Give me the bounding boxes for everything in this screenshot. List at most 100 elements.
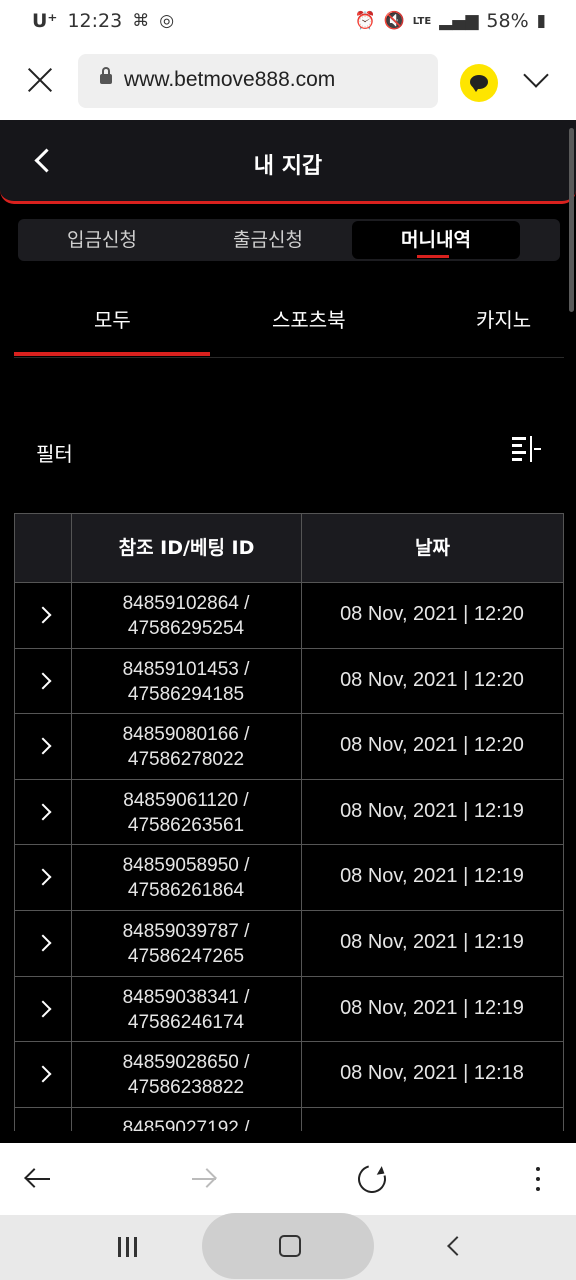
system-nav-bar — [0, 1213, 576, 1280]
table-row[interactable]: 84859102864 / 47586295254 08 Nov, 2021 | 1… — [15, 583, 563, 649]
chevron-right-icon[interactable] — [37, 675, 51, 689]
carrier-label: U⁺ — [32, 10, 58, 32]
ref-id: 84859102864 / — [122, 593, 250, 614]
table-row[interactable]: 84859038341 / 47586246174 08 Nov, 2021 | 1… — [15, 976, 563, 1043]
ref-id: 84859101453 / — [122, 658, 250, 680]
table-row[interactable]: 84859027192 / — [15, 1107, 563, 1131]
row-date: 08 Nov, 2021 | 12:20 — [340, 734, 524, 757]
category-tabs: 모두 스포츠북 카지노 — [14, 296, 564, 358]
ref-bet-id: 84859028650 / 47586238822 — [71, 1050, 301, 1100]
home-icon[interactable] — [202, 1213, 374, 1279]
mute-icon: 🔇 — [383, 11, 405, 31]
chevron-down-icon[interactable] — [522, 66, 552, 96]
ref-bet-id: 84859039787 / 47586247265 — [71, 919, 301, 969]
row-date: 08 Nov, 2021 | 12:19 — [340, 799, 524, 822]
table-body: 84859102864 / 47586295254 08 Nov, 2021 | 1… — [15, 583, 563, 1131]
tab-sportsbook[interactable]: 스포츠북 — [272, 304, 346, 333]
ref-id: 84859028650 / — [122, 1052, 250, 1074]
tab-casino[interactable]: 카지노 — [476, 304, 531, 333]
bet-id: 47586263561 — [127, 814, 245, 836]
page-title: 내 지갑 — [253, 154, 323, 179]
status-bar: U⁺ 12:23 ⌘ ◎ ⏰ 🔇 LTE ▂▄▆ 58% ▮ — [0, 0, 576, 44]
bet-id: 47586261864 — [127, 880, 245, 902]
chevron-right-icon[interactable] — [37, 871, 51, 885]
signal-icon: ▂▄▆ — [439, 11, 479, 31]
table-row[interactable]: 84859080166 / 47586278022 08 Nov, 2021 | 1… — [15, 714, 563, 780]
ref-bet-id: 84859102864 / 47586295254 — [71, 591, 301, 641]
recents-icon[interactable] — [118, 1237, 140, 1257]
url-text: www.betmove888.com — [124, 68, 336, 91]
chevron-right-icon[interactable] — [37, 806, 51, 820]
clock: 12:23 — [67, 10, 123, 32]
ref-id: 84859027192 / — [122, 1117, 250, 1131]
ref-id: 84859039787 / — [122, 920, 250, 942]
chevron-right-icon[interactable] — [37, 1003, 51, 1017]
bet-id: 47586247265 — [127, 945, 245, 967]
ref-bet-id: 84859027192 / — [71, 1116, 301, 1131]
back-arrow-icon[interactable] — [24, 1167, 52, 1191]
close-icon[interactable] — [22, 62, 58, 98]
alarm-icon: ⏰ — [354, 11, 376, 31]
mesh-icon: ⌘ — [132, 11, 150, 31]
row-date: 08 Nov, 2021 | 12:20 — [340, 668, 524, 691]
filter-label[interactable]: 필터 — [36, 438, 73, 467]
system-back-icon[interactable] — [446, 1239, 462, 1255]
ref-bet-id: 84859058950 / 47586261864 — [71, 853, 301, 903]
ref-id: 84859058950 / — [122, 855, 250, 877]
browser-bottom-bar — [0, 1143, 576, 1215]
bet-id: 47586295254 — [127, 618, 245, 639]
reload-icon[interactable] — [352, 1159, 392, 1199]
row-date: 08 Nov, 2021 | 12:18 — [340, 1062, 524, 1085]
active-category-indicator — [14, 352, 210, 356]
chevron-right-icon[interactable] — [37, 609, 51, 623]
header-expand — [15, 514, 71, 582]
kakaotalk-icon[interactable] — [460, 64, 498, 102]
table-header: 참조 ID/베팅 ID 날짜 — [15, 513, 563, 583]
ref-bet-id: 84859061120 / 47586263561 — [71, 788, 301, 838]
ref-bet-id: 84859038341 / 47586246174 — [71, 985, 301, 1035]
table-row[interactable]: 84859061120 / 47586263561 08 Nov, 2021 | 1… — [15, 779, 563, 846]
battery-icon: ▮ — [536, 11, 546, 31]
chevron-right-icon[interactable] — [37, 937, 51, 951]
table-row[interactable]: 84859101453 / 47586294185 08 Nov, 2021 | 1… — [15, 648, 563, 715]
lock-icon — [100, 67, 112, 84]
ref-id: 84859061120 / — [123, 789, 249, 811]
table-row[interactable]: 84859028650 / 47586238822 08 Nov, 2021 | 1… — [15, 1042, 563, 1108]
status-left: U⁺ 12:23 ⌘ ◎ — [32, 10, 174, 32]
lte-icon: LTE — [412, 15, 432, 27]
battery-level: 58% — [486, 10, 529, 32]
header-ref-id: 참조 ID/베팅 ID — [118, 537, 255, 559]
table-row[interactable]: 84859058950 / 47586261864 08 Nov, 2021 | 1… — [15, 845, 563, 911]
filter-icon[interactable] — [512, 436, 542, 464]
url-bar[interactable]: www.betmove888.com — [78, 54, 438, 108]
wallet-tabs: 입금신청 출금신청 머니내역 — [18, 219, 560, 261]
table-row[interactable]: 84859039787 / 47586247265 08 Nov, 2021 | 1… — [15, 910, 563, 977]
bet-id: 47586278022 — [127, 749, 245, 771]
instagram-icon: ◎ — [159, 11, 175, 31]
status-right: ⏰ 🔇 LTE ▂▄▆ 58% ▮ — [354, 10, 546, 32]
ref-id: 84859080166 / — [122, 724, 250, 746]
ref-bet-id: 84859101453 / 47586294185 — [71, 657, 301, 707]
tab-deposit-request[interactable]: 입금신청 — [20, 221, 184, 259]
row-date: 08 Nov, 2021 | 12:20 — [340, 603, 524, 625]
more-menu-icon[interactable] — [536, 1167, 540, 1191]
ref-id: 84859038341 / — [122, 986, 250, 1008]
tab-money-history[interactable]: 머니내역 — [352, 221, 520, 259]
chevron-right-icon[interactable] — [37, 740, 51, 754]
forward-arrow-icon[interactable] — [190, 1167, 218, 1191]
ref-bet-id: 84859080166 / 47586278022 — [71, 722, 301, 772]
app-header: 내 지갑 — [0, 120, 576, 204]
scrollbar[interactable] — [569, 128, 574, 312]
browser-toolbar: www.betmove888.com — [0, 44, 576, 120]
active-tab-indicator — [417, 255, 449, 258]
bet-id: 47586294185 — [127, 683, 245, 705]
transaction-table: 참조 ID/베팅 ID 날짜 84859102864 / 47586295254 0… — [14, 513, 564, 1131]
header-date: 날짜 — [415, 537, 450, 559]
chevron-right-icon[interactable] — [37, 1068, 51, 1082]
tab-withdraw-request[interactable]: 출금신청 — [186, 221, 350, 259]
tab-all[interactable]: 모두 — [94, 304, 131, 333]
row-date: 08 Nov, 2021 | 12:19 — [340, 996, 524, 1019]
row-date: 08 Nov, 2021 | 12:19 — [340, 930, 524, 953]
bet-id: 47586238822 — [127, 1077, 245, 1099]
bet-id: 47586246174 — [127, 1011, 245, 1033]
